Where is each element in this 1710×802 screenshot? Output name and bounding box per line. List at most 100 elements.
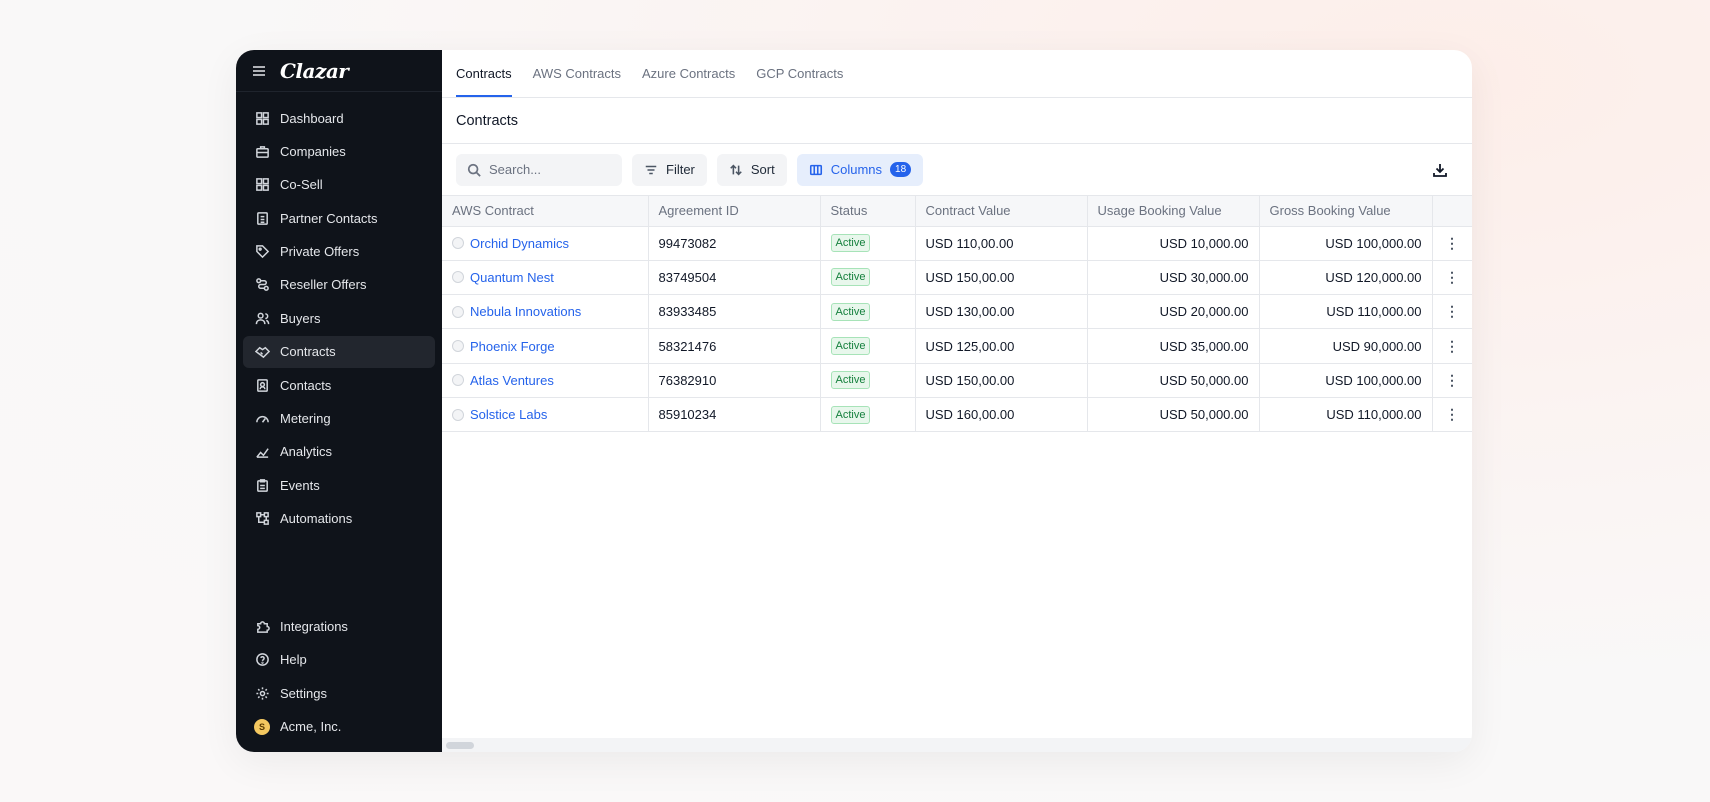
workflow-icon <box>254 511 270 527</box>
cell-aws-contract: Phoenix Forge <box>442 328 649 364</box>
sidebar-item-label: Companies <box>280 143 346 159</box>
sidebar-item-label: Analytics <box>280 444 333 460</box>
sidebar-item-contracts[interactable]: Contracts <box>243 335 435 368</box>
tab-gcp-contracts[interactable]: GCP Contracts <box>756 66 843 97</box>
cell-gross-booking-value: USD 90,000.00 <box>1259 328 1433 364</box>
briefcase-icon <box>254 143 270 159</box>
table-row[interactable]: Quantum Nest 83749504 Active USD 150,00.00 U… <box>442 260 1472 296</box>
row-actions-button[interactable]: ⋮ <box>1432 260 1472 296</box>
column-header-status[interactable]: Status <box>820 196 916 227</box>
contact-icon <box>254 377 270 393</box>
sidebar-item-metering[interactable]: Metering <box>243 403 435 435</box>
cell-contract-value: USD 130,00.00 <box>915 294 1088 330</box>
sidebar-nav: Dashboard Companies Co-Sell Partner Contact… <box>236 92 442 610</box>
filter-button[interactable]: Filter <box>632 153 707 186</box>
contract-link[interactable]: Nebula Innovations <box>470 304 581 319</box>
sidebar-item-private-offers[interactable]: Private Offers <box>243 236 435 268</box>
column-header-usage-booking-value[interactable]: Usage Booking Value <box>1087 196 1260 227</box>
contract-link[interactable]: Solstice Labs <box>470 407 547 422</box>
cell-agreement-id: 85910234 <box>648 397 821 433</box>
column-header-agreement-id[interactable]: Agreement ID <box>648 196 821 227</box>
sort-label: Sort <box>750 162 775 177</box>
sort-button[interactable]: Sort <box>716 153 787 186</box>
cell-gross-booking-value: USD 110,000.00 <box>1259 294 1433 330</box>
cell-contract-value: USD 110,00.00 <box>915 226 1088 261</box>
kebab-menu-icon: ⋮ <box>1445 337 1459 354</box>
contract-link[interactable]: Phoenix Forge <box>470 339 555 354</box>
search-input[interactable] <box>489 162 599 177</box>
column-header-contract-value[interactable]: Contract Value <box>915 196 1088 227</box>
sidebar-item-label: Partner Contacts <box>280 210 378 226</box>
cell-usage-booking-value: USD 50,000.00 <box>1087 397 1260 433</box>
users-icon <box>254 310 270 326</box>
kebab-menu-icon: ⋮ <box>1445 234 1459 251</box>
table-row[interactable]: Orchid Dynamics 99473082 Active USD 110,00.… <box>442 226 1472 261</box>
sidebar-item-help[interactable]: Help <box>243 644 435 676</box>
tab-contracts[interactable]: Contracts <box>456 66 512 97</box>
hamburger-menu-icon[interactable] <box>250 62 268 80</box>
table-row[interactable]: Nebula Innovations 83933485 Active USD 130,… <box>442 294 1472 330</box>
sidebar-item-co-sell[interactable]: Co-Sell <box>243 169 435 201</box>
table-row[interactable]: Phoenix Forge 58321476 Active USD 125,00.00… <box>442 328 1472 364</box>
columns-button[interactable]: Columns 18 <box>796 153 924 186</box>
filter-icon <box>645 165 657 174</box>
column-header-aws-contract[interactable]: AWS Contract <box>442 196 649 227</box>
row-actions-button[interactable]: ⋮ <box>1432 397 1472 433</box>
cell-aws-contract: Atlas Ventures <box>442 363 649 398</box>
cell-usage-booking-value: USD 35,000.00 <box>1087 328 1260 364</box>
chart-icon <box>254 444 270 460</box>
sidebar-item-integrations[interactable]: Integrations <box>243 610 435 642</box>
scrollbar-thumb[interactable] <box>446 742 474 749</box>
cell-agreement-id: 76382910 <box>648 363 821 398</box>
cell-aws-contract: Solstice Labs <box>442 397 649 433</box>
page-title: Contracts <box>442 98 1472 144</box>
cell-contract-value: USD 160,00.00 <box>915 397 1088 433</box>
sidebar-item-contacts[interactable]: Contacts <box>243 369 435 401</box>
kebab-menu-icon: ⋮ <box>1445 303 1459 320</box>
sidebar-item-label: Contacts <box>280 377 332 393</box>
sidebar-item-label: Events <box>280 477 320 493</box>
route-icon <box>254 277 270 293</box>
table-row[interactable]: Atlas Ventures 76382910 Active USD 150,00.0… <box>442 363 1472 398</box>
sidebar-item-acme-inc[interactable]: S Acme, Inc. <box>243 711 435 743</box>
sidebar-item-automations[interactable]: Automations <box>243 503 435 535</box>
cell-status: Active <box>820 294 916 330</box>
tab-aws-contracts[interactable]: AWS Contracts <box>533 66 621 97</box>
table-row[interactable]: Solstice Labs 85910234 Active USD 160,00.00… <box>442 397 1472 433</box>
horizontal-scrollbar[interactable] <box>442 738 1472 752</box>
search-box[interactable] <box>456 153 622 186</box>
contract-link[interactable]: Quantum Nest <box>470 270 554 285</box>
gear-icon <box>254 685 270 701</box>
app-logo[interactable]: Clazar <box>280 59 349 83</box>
cell-usage-booking-value: USD 50,000.00 <box>1087 363 1260 398</box>
sidebar-item-settings[interactable]: Settings <box>243 677 435 709</box>
row-actions-button[interactable]: ⋮ <box>1432 294 1472 330</box>
sidebar-item-label: Dashboard <box>280 110 344 126</box>
sidebar-item-analytics[interactable]: Analytics <box>243 436 435 468</box>
puzzle-icon <box>254 618 270 634</box>
sidebar-header: Clazar <box>236 50 442 92</box>
row-actions-button[interactable]: ⋮ <box>1432 363 1472 398</box>
download-button[interactable] <box>1430 160 1450 180</box>
sidebar-item-buyers[interactable]: Buyers <box>243 302 435 334</box>
contract-link[interactable]: Orchid Dynamics <box>470 236 569 251</box>
help-icon <box>254 652 270 668</box>
contract-link[interactable]: Atlas Ventures <box>470 373 554 388</box>
row-actions-button[interactable]: ⋮ <box>1432 328 1472 364</box>
cell-aws-contract: Orchid Dynamics <box>442 226 649 261</box>
company-logo-icon <box>452 374 464 387</box>
row-actions-button[interactable]: ⋮ <box>1432 226 1472 261</box>
sidebar-item-companies[interactable]: Companies <box>243 135 435 167</box>
sidebar-item-partner-contacts[interactable]: Partner Contacts <box>243 202 435 234</box>
sidebar-item-dashboard[interactable]: Dashboard <box>243 102 435 134</box>
sidebar-item-reseller-offers[interactable]: Reseller Offers <box>243 269 435 301</box>
contracts-table: AWS Contract Agreement ID Status Contract V… <box>442 196 1472 433</box>
cell-gross-booking-value: USD 120,000.00 <box>1259 260 1433 296</box>
column-header-actions <box>1432 196 1472 227</box>
sidebar-item-events[interactable]: Events <box>243 469 435 501</box>
columns-label: Columns <box>830 162 883 177</box>
column-header-gross-booking-value[interactable]: Gross Booking Value <box>1259 196 1433 227</box>
status-badge: Active <box>830 405 871 424</box>
tab-azure-contracts[interactable]: Azure Contracts <box>642 66 735 97</box>
sort-icon <box>730 164 742 175</box>
